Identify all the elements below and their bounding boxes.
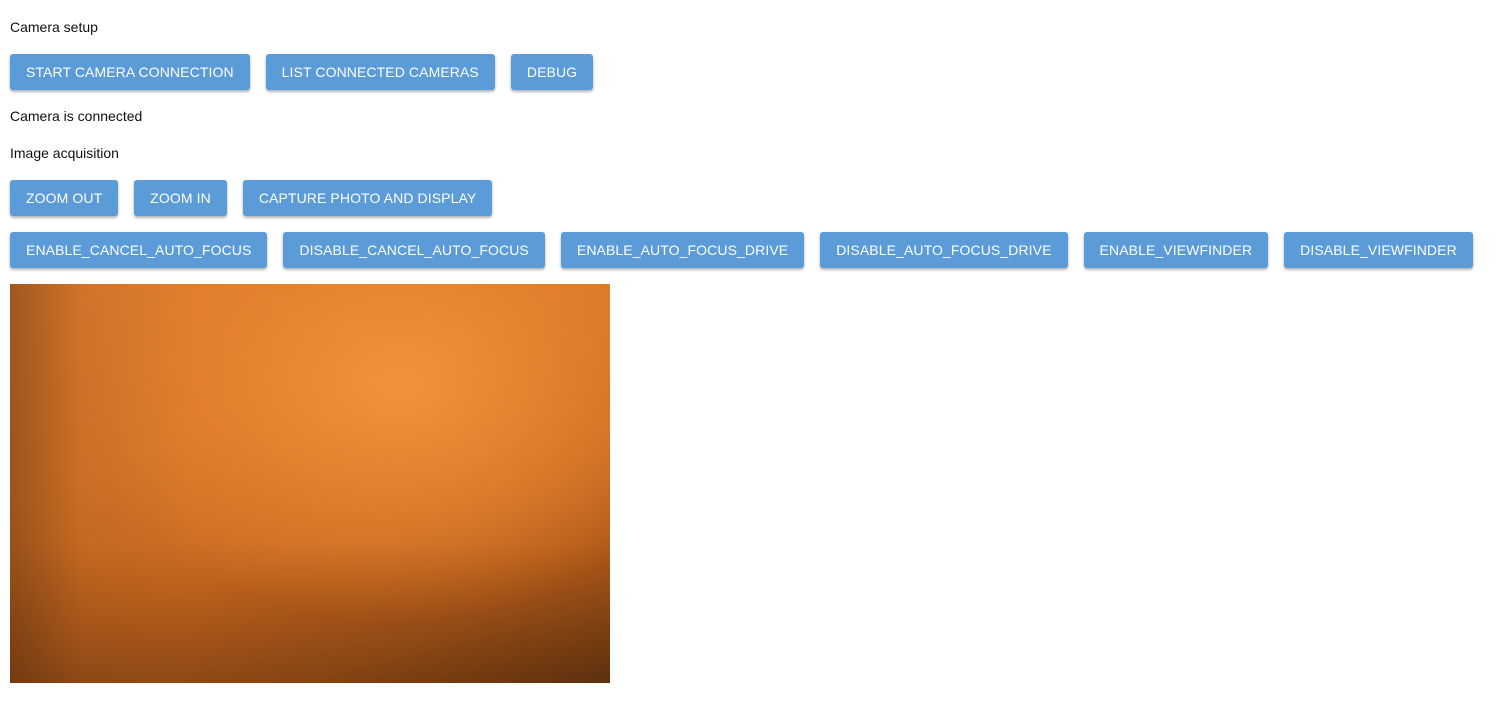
camera-control-page: Camera setup START CAMERA CONNECTION LIS… bbox=[0, 0, 1512, 722]
camera-setup-heading: Camera setup bbox=[10, 19, 98, 35]
camera-status-text: Camera is connected bbox=[10, 108, 143, 124]
start-camera-connection-button[interactable]: START CAMERA CONNECTION bbox=[10, 54, 250, 90]
debug-button[interactable]: DEBUG bbox=[510, 54, 594, 90]
camera-setup-buttons: START CAMERA CONNECTION LIST CONNECTED C… bbox=[10, 54, 594, 90]
disable-cancel-auto-focus-button[interactable]: DISABLE_CANCEL_AUTO_FOCUS bbox=[283, 232, 545, 268]
capture-photo-button[interactable]: CAPTURE PHOTO AND DISPLAY bbox=[242, 180, 493, 216]
camera-control-buttons: ENABLE_CANCEL_AUTO_FOCUS DISABLE_CANCEL_… bbox=[10, 232, 1473, 268]
enable-auto-focus-drive-button[interactable]: ENABLE_AUTO_FOCUS_DRIVE bbox=[560, 232, 805, 268]
enable-cancel-auto-focus-button[interactable]: ENABLE_CANCEL_AUTO_FOCUS bbox=[10, 232, 268, 268]
captured-photo bbox=[10, 284, 610, 683]
enable-viewfinder-button[interactable]: ENABLE_VIEWFINDER bbox=[1083, 232, 1269, 268]
list-connected-cameras-button[interactable]: LIST CONNECTED CAMERAS bbox=[265, 54, 495, 90]
disable-auto-focus-drive-button[interactable]: DISABLE_AUTO_FOCUS_DRIVE bbox=[820, 232, 1068, 268]
image-acquisition-buttons: ZOOM OUT ZOOM IN CAPTURE PHOTO AND DISPL… bbox=[10, 180, 493, 216]
zoom-out-button[interactable]: ZOOM OUT bbox=[10, 180, 119, 216]
zoom-in-button[interactable]: ZOOM IN bbox=[134, 180, 227, 216]
disable-viewfinder-button[interactable]: DISABLE_VIEWFINDER bbox=[1284, 232, 1473, 268]
image-acquisition-heading: Image acquisition bbox=[10, 145, 119, 161]
